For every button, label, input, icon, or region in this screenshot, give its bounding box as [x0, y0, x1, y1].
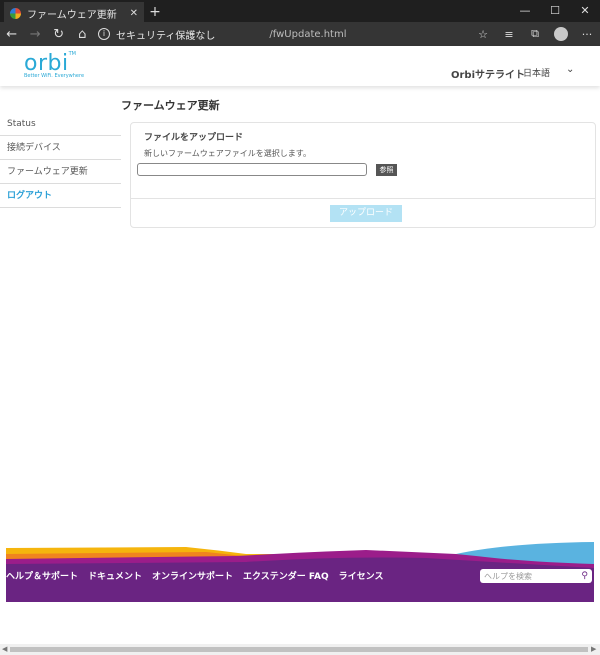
url-text[interactable]: /fwUpdate.html [269, 29, 346, 40]
window-controls: — ☐ ✕ [510, 0, 600, 22]
upload-heading: ファイルをアップロード [144, 133, 244, 143]
page-footer: ヘルプ＆サポート ドキュメント オンラインサポート エクステンダー FAQ ライ… [6, 540, 594, 602]
page-title: ファームウェア更新 [121, 99, 220, 112]
home-icon[interactable]: ⌂ [71, 27, 95, 42]
language-select[interactable]: 日本語 [523, 66, 550, 79]
back-icon[interactable]: ← [0, 27, 24, 42]
file-path-input[interactable] [137, 163, 367, 176]
sidebar-nav: Status 接続デバイス ファームウェア更新 ログアウト [0, 112, 121, 208]
profile-avatar[interactable] [554, 27, 569, 41]
refresh-icon[interactable]: ↻ [47, 27, 71, 42]
collections-icon[interactable]: ⧉ [522, 27, 548, 41]
footer-links: ヘルプ＆サポート ドキュメント オンラインサポート エクステンダー FAQ ライ… [6, 569, 383, 582]
logo-trademark: TM [68, 51, 76, 57]
scrollbar-thumb[interactable] [10, 647, 588, 652]
footer-link-documentation[interactable]: ドキュメント [88, 569, 142, 582]
footer-link-license[interactable]: ライセンス [339, 569, 384, 582]
chevron-down-icon[interactable]: ⌄ [566, 64, 574, 75]
help-search-placeholder: ヘルプを検索 [484, 571, 532, 581]
upload-description: 新しいファームウェアファイルを選択します。 [144, 149, 311, 158]
scroll-right-icon[interactable]: ▶ [591, 644, 596, 655]
more-menu-icon[interactable]: ··· [574, 28, 600, 41]
scroll-left-icon[interactable]: ◀ [2, 644, 7, 655]
help-search-input[interactable]: ヘルプを検索 ⚲ [480, 569, 592, 583]
footer-link-online-support[interactable]: オンラインサポート [152, 569, 233, 582]
satellite-label: Orbiサテライト [451, 70, 526, 81]
upload-button[interactable]: アップロード [330, 205, 402, 222]
sidebar-item-firmware-update[interactable]: ファームウェア更新 [0, 160, 121, 184]
close-tab-icon[interactable]: ✕ [126, 8, 138, 19]
footer-link-extender-faq[interactable]: エクステンダー FAQ [243, 569, 329, 582]
sidebar-item-logout[interactable]: ログアウト [0, 184, 121, 208]
maximize-icon[interactable]: ☐ [540, 0, 570, 22]
browser-toolbar: ← → ↻ ⌂ i セキュリティ保護なし /fwUpdate.html ☆ ≡ … [0, 22, 600, 46]
minimize-icon[interactable]: — [510, 0, 540, 22]
browse-button[interactable]: 参照 [376, 164, 397, 176]
search-icon[interactable]: ⚲ [581, 571, 588, 581]
favorite-star-icon[interactable]: ☆ [470, 28, 496, 41]
tab-title: ファームウェア更新 [27, 9, 117, 21]
upload-panel: ファイルをアップロード 新しいファームウェアファイルを選択します。 参照 アップ… [130, 122, 596, 228]
favorites-list-icon[interactable]: ≡ [496, 28, 522, 41]
sidebar-item-status[interactable]: Status [0, 112, 121, 136]
info-icon[interactable]: i [98, 28, 110, 40]
logo-tagline: Better WiFi. Everywhere [24, 73, 85, 79]
sidebar-item-connected-devices[interactable]: 接続デバイス [0, 136, 121, 160]
forward-icon[interactable]: → [24, 27, 48, 42]
horizontal-scrollbar[interactable]: ◀ ▶ [0, 644, 600, 655]
security-status: セキュリティ保護なし [116, 30, 216, 42]
footer-link-help-support[interactable]: ヘルプ＆サポート [6, 569, 78, 582]
browser-tab[interactable]: ファームウェア更新 ✕ [4, 2, 144, 24]
address-field[interactable]: i セキュリティ保護なし /fwUpdate.html [98, 24, 470, 44]
new-tab-button[interactable]: + [144, 0, 166, 22]
panel-divider [131, 198, 595, 199]
page-favicon-icon [10, 7, 21, 19]
orbi-logo[interactable]: orbiTM Better WiFi. Everywhere [24, 51, 84, 79]
page-header: orbiTM Better WiFi. Everywhere Orbiサテライト… [0, 46, 600, 86]
browser-titlebar: ファームウェア更新 ✕ + — ☐ ✕ [0, 0, 600, 24]
close-window-icon[interactable]: ✕ [570, 0, 600, 22]
